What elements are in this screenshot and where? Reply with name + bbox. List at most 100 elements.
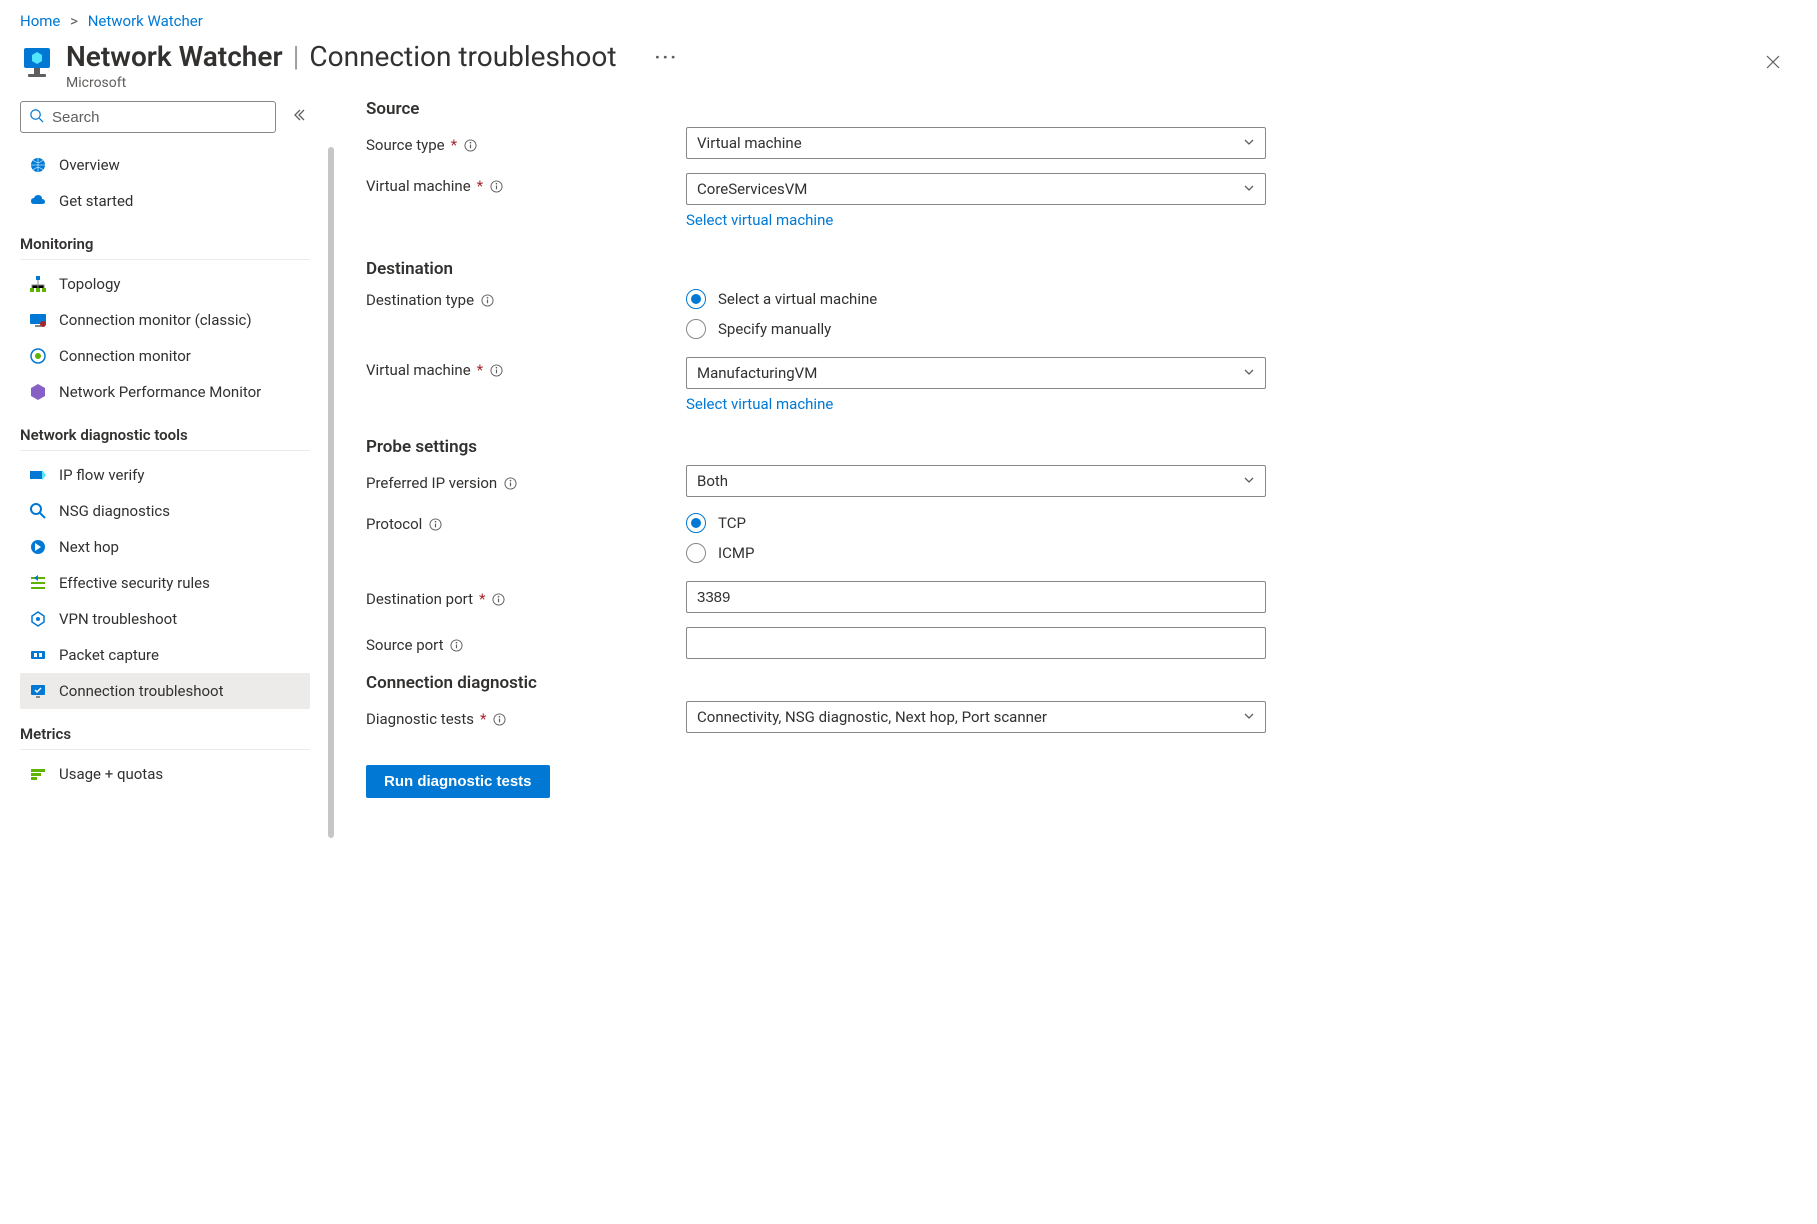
source-port-field[interactable] [697, 635, 1255, 652]
dropdown-destination-vm[interactable]: ManufacturingVM [686, 357, 1266, 389]
section-source-heading: Source [366, 99, 1250, 119]
dropdown-value: Both [697, 472, 728, 490]
input-destination-port[interactable] [686, 581, 1266, 613]
breadcrumb-home[interactable]: Home [20, 12, 60, 30]
radio-label: Select a virtual machine [718, 290, 877, 308]
sidebar-item-label: Connection troubleshoot [59, 682, 224, 700]
label-source-vm: Virtual machine * [366, 173, 686, 195]
page-subtitle: Connection troubleshoot [309, 40, 616, 73]
radio-label: Specify manually [718, 320, 831, 338]
radio-tcp[interactable]: TCP [686, 513, 1250, 533]
chevron-down-icon [1243, 364, 1255, 382]
sidebar-heading-metrics: Metrics [20, 709, 310, 750]
radio-select-vm[interactable]: Select a virtual machine [686, 289, 1250, 309]
label-ip-version: Preferred IP version [366, 470, 686, 492]
info-icon[interactable] [489, 179, 503, 193]
conn-troubleshoot-icon [29, 682, 47, 700]
sidebar-item-npm[interactable]: Network Performance Monitor [20, 374, 310, 410]
monitor-classic-icon [29, 311, 47, 329]
sidebar-heading-diagnostic-tools: Network diagnostic tools [20, 410, 310, 451]
collapse-sidebar-button[interactable] [288, 104, 310, 130]
close-button[interactable] [1759, 48, 1787, 81]
dropdown-diagnostic-tests[interactable]: Connectivity, NSG diagnostic, Next hop, … [686, 701, 1266, 733]
required-marker: * [480, 710, 486, 728]
sidebar-item-effective-security-rules[interactable]: Effective security rules [20, 565, 310, 601]
radio-group-protocol: TCP ICMP [686, 511, 1250, 563]
link-select-destination-vm[interactable]: Select virtual machine [686, 395, 1266, 413]
sidebar-item-connection-monitor[interactable]: Connection monitor [20, 338, 310, 374]
link-select-source-vm[interactable]: Select virtual machine [686, 211, 1266, 229]
sidebar-item-label: Connection monitor (classic) [59, 311, 252, 329]
sidebar-item-vpn-troubleshoot[interactable]: VPN troubleshoot [20, 601, 310, 637]
sidebar-item-topology[interactable]: Topology [20, 266, 310, 302]
label-destination-type: Destination type [366, 287, 686, 309]
connection-monitor-icon [29, 347, 47, 365]
search-icon [29, 108, 44, 127]
sidebar-item-label: Packet capture [59, 646, 159, 664]
run-diagnostic-button[interactable]: Run diagnostic tests [366, 765, 550, 798]
vpn-icon [29, 610, 47, 628]
sidebar-item-overview[interactable]: Overview [20, 147, 310, 183]
sidebar-item-next-hop[interactable]: Next hop [20, 529, 310, 565]
info-icon[interactable] [480, 293, 494, 307]
sidebar-item-get-started[interactable]: Get started [20, 183, 310, 219]
section-diagnostic-heading: Connection diagnostic [366, 673, 1250, 693]
label-diagnostic-tests: Diagnostic tests * [366, 706, 686, 728]
label-source-port: Source port [366, 632, 686, 654]
dropdown-ip-version[interactable]: Both [686, 465, 1266, 497]
sidebar-item-label: NSG diagnostics [59, 502, 170, 520]
usage-icon [29, 765, 47, 783]
radio-icmp[interactable]: ICMP [686, 543, 1250, 563]
sidebar-item-label: Connection monitor [59, 347, 191, 365]
radio-specify-manually[interactable]: Specify manually [686, 319, 1250, 339]
breadcrumb-network-watcher[interactable]: Network Watcher [88, 12, 203, 30]
info-icon[interactable] [503, 476, 517, 490]
scrollbar[interactable] [326, 147, 334, 838]
section-probe-heading: Probe settings [366, 437, 1250, 457]
more-actions-button[interactable]: ··· [655, 45, 679, 69]
info-icon[interactable] [450, 638, 464, 652]
label-source-type: Source type * [366, 132, 686, 154]
sidebar-search[interactable] [20, 101, 276, 133]
info-icon[interactable] [428, 517, 442, 531]
next-hop-icon [29, 538, 47, 556]
sidebar-item-usage-quotas[interactable]: Usage + quotas [20, 756, 310, 792]
required-marker: * [451, 136, 457, 154]
destination-port-field[interactable] [697, 589, 1255, 606]
info-icon[interactable] [463, 138, 477, 152]
sidebar-item-nsg-diagnostics[interactable]: NSG diagnostics [20, 493, 310, 529]
security-rules-icon [29, 574, 47, 592]
section-destination-heading: Destination [366, 259, 1250, 279]
dropdown-source-vm[interactable]: CoreServicesVM [686, 173, 1266, 205]
chevron-down-icon [1243, 472, 1255, 490]
network-watcher-icon [20, 46, 54, 80]
breadcrumb: Home > Network Watcher [0, 0, 1817, 36]
sidebar-item-label: Effective security rules [59, 574, 210, 592]
required-marker: * [477, 361, 483, 379]
nsg-icon [29, 502, 47, 520]
dropdown-value: CoreServicesVM [697, 180, 807, 198]
sidebar-item-label: IP flow verify [59, 466, 145, 484]
sidebar-item-connection-troubleshoot[interactable]: Connection troubleshoot [20, 673, 310, 709]
input-source-port[interactable] [686, 627, 1266, 659]
chevron-down-icon [1243, 180, 1255, 198]
sidebar-item-label: Usage + quotas [59, 765, 163, 783]
search-input[interactable] [52, 109, 267, 126]
info-icon[interactable] [493, 712, 507, 726]
sidebar-heading-monitoring: Monitoring [20, 219, 310, 260]
sidebar-item-ip-flow-verify[interactable]: IP flow verify [20, 457, 310, 493]
info-icon[interactable] [491, 592, 505, 606]
radio-label: ICMP [718, 544, 754, 562]
sidebar-item-label: Next hop [59, 538, 119, 556]
npm-icon [29, 383, 47, 401]
ip-flow-icon [29, 466, 47, 484]
packet-capture-icon [29, 646, 47, 664]
label-destination-vm: Virtual machine * [366, 357, 686, 379]
sidebar-item-packet-capture[interactable]: Packet capture [20, 637, 310, 673]
sidebar-item-label: Overview [59, 156, 120, 174]
radio-icon [686, 289, 706, 309]
dropdown-source-type[interactable]: Virtual machine [686, 127, 1266, 159]
breadcrumb-separator: > [70, 12, 78, 30]
sidebar-item-connection-monitor-classic[interactable]: Connection monitor (classic) [20, 302, 310, 338]
info-icon[interactable] [489, 363, 503, 377]
